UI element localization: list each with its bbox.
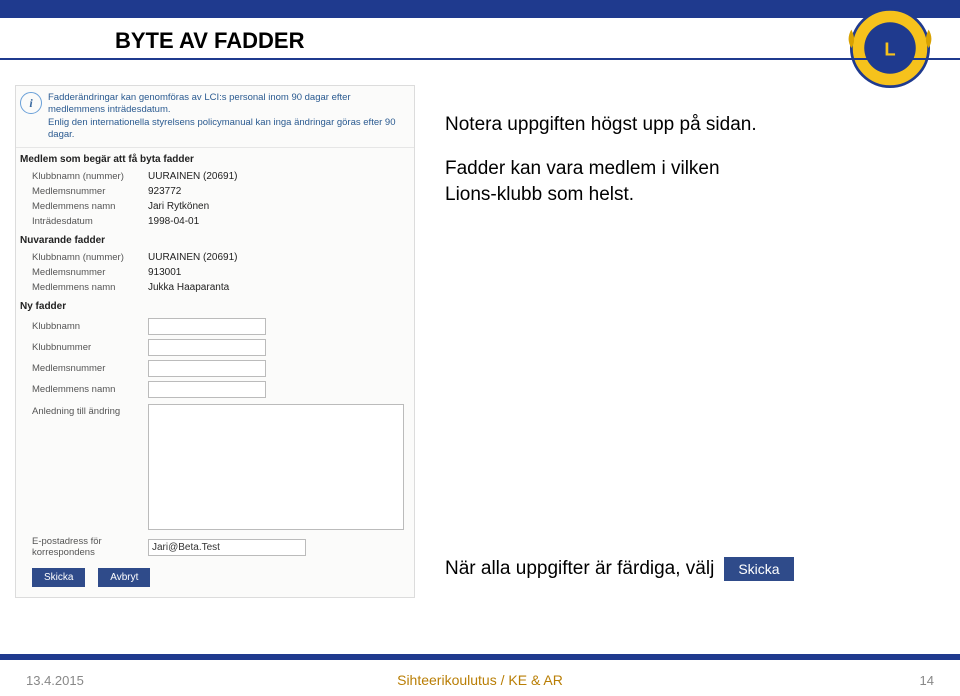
cancel-button[interactable]: Avbryt xyxy=(98,568,150,587)
note-3: När alla uppgifter är färdiga, välj xyxy=(445,558,714,580)
slide-title: BYTE AV FADDER xyxy=(115,28,304,54)
value-current-num: 913001 xyxy=(148,267,181,278)
footer-date: 13.4.2015 xyxy=(26,673,84,688)
form-screenshot: i Fadderändringar kan genomföras av LCI:… xyxy=(15,85,415,598)
top-blue-bar xyxy=(0,0,960,18)
row-new-num: Medlemsnummer xyxy=(16,358,414,379)
value-member-date: 1998-04-01 xyxy=(148,216,199,227)
note-2b: Lions-klubb som helst. xyxy=(445,184,634,205)
input-new-name[interactable] xyxy=(148,381,266,398)
input-new-clubnum[interactable] xyxy=(148,339,266,356)
info-line2: Enlig den internationella styrelsens pol… xyxy=(48,117,396,140)
row-new-name: Medlemmens namn xyxy=(16,379,414,400)
input-reason[interactable] xyxy=(148,404,404,530)
row-member-club: Klubbnamn (nummer) UURAINEN (20691) xyxy=(16,169,414,184)
label-clubnum: Klubbnummer xyxy=(32,342,148,353)
label-memnum: Medlemsnummer xyxy=(32,186,148,197)
label-reason: Anledning till ändring xyxy=(32,402,148,417)
send-button[interactable]: Skicka xyxy=(32,568,85,587)
svg-text:L: L xyxy=(884,38,895,59)
row-member-date: Inträdesdatum 1998-04-01 xyxy=(16,214,414,229)
label-clubname3: Klubbnamn xyxy=(32,321,148,332)
section-member: Medlem som begär att få byta fadder xyxy=(16,148,414,169)
row-member-num: Medlemsnummer 923772 xyxy=(16,184,414,199)
input-email[interactable] xyxy=(148,539,306,556)
lions-logo: L xyxy=(844,2,936,94)
section-current: Nuvarande fadder xyxy=(16,229,414,250)
info-icon: i xyxy=(20,92,42,114)
value-member-name: Jari Rytkönen xyxy=(148,201,209,212)
note-1: Notera uppgiften högst upp på sidan. xyxy=(445,112,875,138)
row-new-club: Klubbnamn xyxy=(16,316,414,337)
label-email: E-postadress för korrespondens xyxy=(32,536,148,558)
button-row: Skicka Avbryt xyxy=(16,560,414,597)
label-memnum2: Medlemsnummer xyxy=(32,267,148,278)
note-2: Fadder kan vara medlem i vilken Lions-kl… xyxy=(445,156,885,207)
slide: BYTE AV FADDER L i Fadderändringar kan g… xyxy=(0,0,960,696)
footer: 13.4.2015 Sihteerikoulutus / KE & AR 14 xyxy=(0,664,960,696)
footer-blue-bar xyxy=(0,654,960,660)
title-divider xyxy=(0,58,960,60)
value-current-club: UURAINEN (20691) xyxy=(148,252,237,263)
section-new: Ny fadder xyxy=(16,295,414,316)
label-memnum3: Medlemsnummer xyxy=(32,363,148,374)
label-memname: Medlemmens namn xyxy=(32,201,148,212)
row-current-club: Klubbnamn (nummer) UURAINEN (20691) xyxy=(16,250,414,265)
row-email: E-postadress för korrespondens xyxy=(16,534,414,560)
value-member-num: 923772 xyxy=(148,186,181,197)
label-clubname2: Klubbnamn (nummer) xyxy=(32,252,148,263)
row-new-clubnum: Klubbnummer xyxy=(16,337,414,358)
value-member-club: UURAINEN (20691) xyxy=(148,171,237,182)
inline-send-badge: Skicka xyxy=(724,557,793,581)
footer-page: 14 xyxy=(920,673,934,688)
footer-center: Sihteerikoulutus / KE & AR xyxy=(0,672,960,688)
note-2a: Fadder kan vara medlem i vilken xyxy=(445,158,720,179)
info-text: Fadderändringar kan genomföras av LCI:s … xyxy=(48,92,408,141)
label-joindate: Inträdesdatum xyxy=(32,216,148,227)
note-3-wrap: När alla uppgifter är färdiga, välj Skic… xyxy=(445,557,955,581)
info-line1: Fadderändringar kan genomföras av LCI:s … xyxy=(48,92,351,115)
label-memname2: Medlemmens namn xyxy=(32,282,148,293)
input-new-club[interactable] xyxy=(148,318,266,335)
value-current-name: Jukka Haaparanta xyxy=(148,282,229,293)
row-current-num: Medlemsnummer 913001 xyxy=(16,265,414,280)
info-box: i Fadderändringar kan genomföras av LCI:… xyxy=(16,86,414,148)
label-memname3: Medlemmens namn xyxy=(32,384,148,395)
row-member-name: Medlemmens namn Jari Rytkönen xyxy=(16,199,414,214)
input-new-num[interactable] xyxy=(148,360,266,377)
row-reason: Anledning till ändring xyxy=(16,400,414,534)
label-clubname: Klubbnamn (nummer) xyxy=(32,171,148,182)
row-current-name: Medlemmens namn Jukka Haaparanta xyxy=(16,280,414,295)
